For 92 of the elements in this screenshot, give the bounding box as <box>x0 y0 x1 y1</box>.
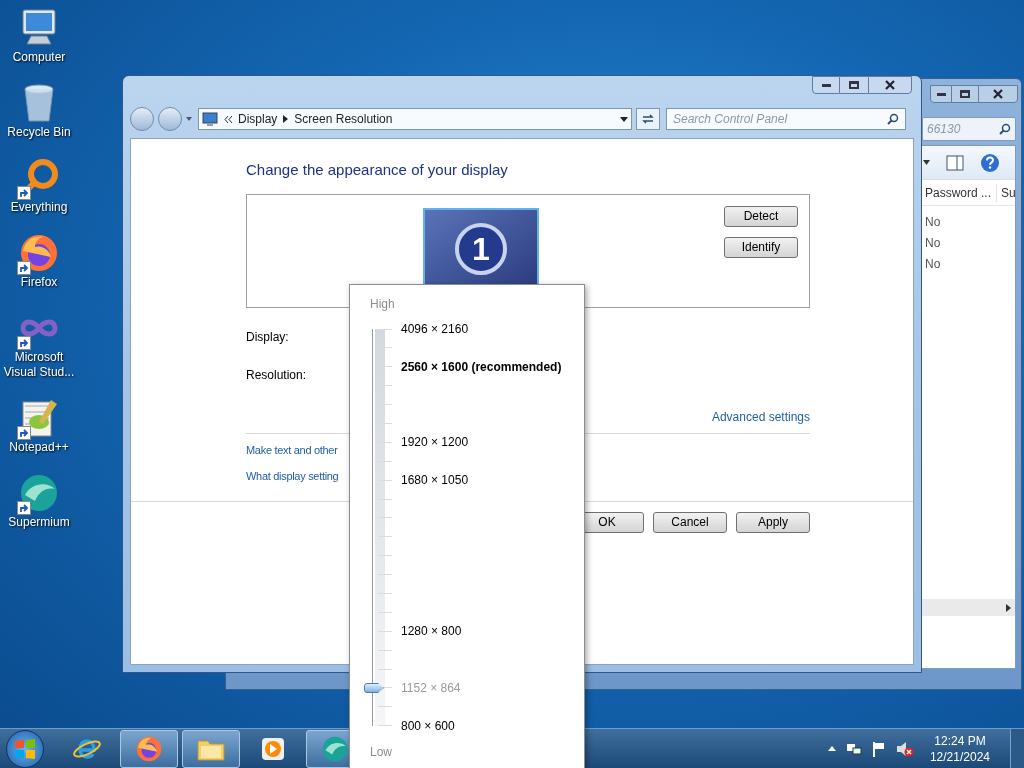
identify-button[interactable]: Identify <box>724 236 798 258</box>
desktop-icon-label[interactable]: Notepad++ <box>1 440 77 455</box>
tick-mark <box>378 574 392 576</box>
monitor-number: 1 <box>455 222 507 275</box>
table-cell-text: No <box>924 214 942 230</box>
desktop-icon-label[interactable]: Microsoft Visual Stud... <box>1 350 77 380</box>
double-chevron-icon <box>224 115 232 123</box>
taskbar-app-button[interactable] <box>182 729 240 768</box>
dropdown-arrow-icon[interactable] <box>620 116 628 122</box>
close-button[interactable] <box>868 76 912 94</box>
pane-icon[interactable] <box>946 154 964 171</box>
desktop-icon-label[interactable]: Recycle Bin <box>1 125 77 140</box>
back-button[interactable] <box>130 107 154 131</box>
tick-mark <box>378 706 392 708</box>
table-cell-text: No <box>924 256 942 272</box>
tick-mark <box>378 630 392 632</box>
search-placeholder: Search Control Panel <box>673 111 788 128</box>
dialog-button[interactable]: Cancel <box>653 511 727 533</box>
help-link[interactable]: Make text and other <box>246 441 338 458</box>
search-icon <box>999 123 1011 135</box>
tick-mark <box>378 385 392 387</box>
breadcrumb-item[interactable]: Display <box>238 110 278 128</box>
right-arrow-icon <box>1006 603 1011 612</box>
clock-date[interactable]: 12/21/2024 <box>929 748 990 765</box>
low-label: Low <box>370 744 393 761</box>
desktop-icon-label[interactable]: Computer <box>1 50 77 65</box>
tick-mark <box>378 404 392 406</box>
desktop-icon-label[interactable]: Supermium <box>1 515 77 530</box>
resolution-option[interactable]: 1680 × 1050 <box>401 471 469 490</box>
advanced-settings-link[interactable]: Advanced settings <box>711 407 810 426</box>
tick-mark <box>378 592 392 594</box>
tick-mark <box>378 328 392 330</box>
field-label: Display: <box>246 328 289 346</box>
breadcrumb-item[interactable]: Screen Resolution <box>294 110 393 128</box>
tick-mark <box>378 479 392 481</box>
minimize-button[interactable] <box>930 85 952 103</box>
maximize-button[interactable] <box>840 76 868 94</box>
table-cell-text: No <box>924 235 942 251</box>
windows-logo-icon <box>14 738 36 759</box>
clock-time[interactable]: 12:24 PM <box>934 732 986 749</box>
minimize-button[interactable] <box>812 76 840 94</box>
tick-mark <box>378 347 392 349</box>
refresh-button[interactable] <box>636 108 660 130</box>
resolution-option[interactable]: 1280 × 800 <box>401 622 462 641</box>
address-bar[interactable]: Display Screen Resolution <box>198 108 632 130</box>
taskbar-app-button[interactable] <box>120 729 178 768</box>
detect-button[interactable]: Detect <box>724 205 798 227</box>
tick-mark <box>378 649 392 651</box>
resolution-option[interactable]: 1920 × 1200 <box>401 433 469 452</box>
up-arrow-icon[interactable] <box>827 746 836 751</box>
tick-mark <box>378 536 392 538</box>
refresh-icon <box>641 113 655 125</box>
show-desktop-button[interactable] <box>1010 728 1024 768</box>
flag-icon[interactable] <box>871 740 886 757</box>
caret-icon[interactable] <box>186 117 192 121</box>
maximize-button[interactable] <box>952 85 978 103</box>
slider-thumb[interactable] <box>364 682 384 693</box>
speaker-muted-icon[interactable] <box>895 740 914 757</box>
help-link[interactable]: What display setting <box>246 468 339 485</box>
high-label: High <box>370 296 396 313</box>
tick-mark <box>378 517 392 519</box>
tick-mark <box>378 611 392 613</box>
tick-mark <box>378 366 392 368</box>
help-icon[interactable] <box>980 152 1000 173</box>
search-icon <box>887 113 899 125</box>
tick-mark <box>378 422 392 424</box>
close-icon <box>885 80 895 90</box>
column-header[interactable]: Su <box>997 183 1015 202</box>
start-button[interactable] <box>6 729 44 768</box>
tick-mark <box>378 555 392 557</box>
tick-mark <box>378 460 392 462</box>
desktop-icon-label[interactable]: Everything <box>1 200 77 215</box>
field-label: Resolution: <box>246 366 307 384</box>
monitor-icon <box>202 112 218 126</box>
dialog-button[interactable]: Apply <box>736 511 810 533</box>
breadcrumb-arrow-icon <box>283 115 289 123</box>
close-button[interactable] <box>978 85 1018 103</box>
tick-mark <box>378 441 392 443</box>
search-placeholder: 66130 <box>927 121 961 138</box>
resolution-option[interactable]: 2560 × 1600 (recommended) <box>401 357 562 376</box>
tick-mark <box>378 725 392 727</box>
tick-mark <box>378 498 392 500</box>
page-heading: Change the appearance of your display <box>246 160 509 180</box>
desktop-icon-label[interactable]: Firefox <box>1 275 77 290</box>
caret-icon[interactable] <box>923 160 930 165</box>
forward-button[interactable] <box>158 107 182 131</box>
resolution-option[interactable]: 800 × 600 <box>401 716 455 735</box>
horizontal-scrollbar[interactable] <box>921 599 1015 616</box>
resolution-option[interactable]: 4096 × 2160 <box>401 320 469 338</box>
play-icon <box>260 735 286 762</box>
tick-mark <box>378 668 392 670</box>
close-icon <box>993 89 1003 99</box>
